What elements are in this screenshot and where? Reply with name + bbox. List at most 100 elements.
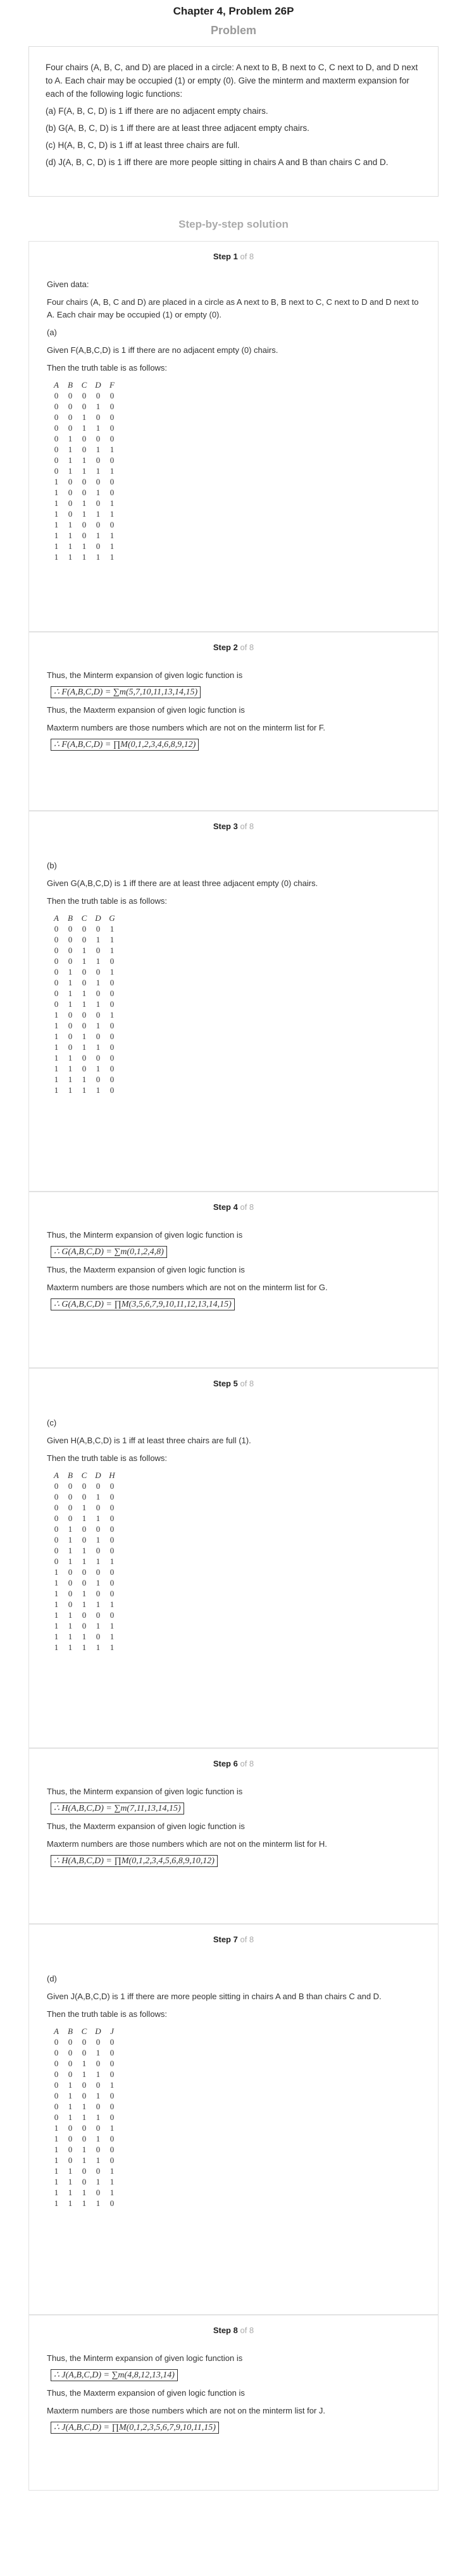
problem-part-a: (a) F(A, B, C, D) is 1 iff there are no … bbox=[46, 106, 268, 116]
truth-table-cell: 0 bbox=[54, 2037, 59, 2047]
truth-table-row: 00110 bbox=[49, 1513, 119, 1524]
truth-table-cell: 1 bbox=[68, 1631, 73, 1641]
truth-table-row: 00110 bbox=[49, 422, 119, 433]
truth-table-cell: 0 bbox=[54, 1502, 59, 1512]
truth-table-cell: 0 bbox=[96, 2166, 101, 2176]
truth-table-cell: 0 bbox=[109, 1052, 115, 1063]
truth-table-cell: 1 bbox=[109, 2080, 115, 2090]
truth-table-cell: 1 bbox=[54, 1052, 59, 1063]
truth-table-cell: 0 bbox=[82, 934, 87, 944]
truth-table-cell: 1 bbox=[68, 2198, 73, 2208]
truth-table-row: 10001 bbox=[49, 2123, 119, 2133]
truth-table-cell: 0 bbox=[54, 401, 59, 411]
maxterm-formula: ∴ J(A,B,C,D) = ∏M(0,1,2,3,5,6,7,9,10,11,… bbox=[51, 2422, 420, 2434]
truth-table-cell: 1 bbox=[54, 530, 59, 540]
truth-table-cell: 1 bbox=[96, 444, 101, 454]
minterm-text: Thus, the Minterm expansion of given log… bbox=[47, 1787, 243, 1796]
truth-table-cell: 0 bbox=[82, 1577, 87, 1587]
truth-table-cell: 1 bbox=[54, 1620, 59, 1630]
truth-table-cell: 0 bbox=[54, 934, 59, 944]
truth-table-cell: 1 bbox=[96, 487, 101, 497]
truth-table-row: 01111 bbox=[49, 1556, 119, 1567]
minterm-expression: ∴ G(A,B,C,D) = ∑m(0,1,2,4,8) bbox=[51, 1246, 167, 1258]
truth-table-cell: 1 bbox=[82, 2101, 87, 2111]
truth-table-cell: 0 bbox=[54, 1534, 59, 1544]
truth-table-row: 01010 bbox=[49, 1534, 119, 1545]
problem-part-c: (c) H(A, B, C, D) is 1 iff at least thre… bbox=[46, 140, 240, 150]
truth-table-header: D bbox=[95, 1470, 101, 1480]
truth-table-cell: 0 bbox=[109, 1577, 115, 1587]
truth-table-cell: 1 bbox=[109, 465, 115, 476]
truth-table-cell: 0 bbox=[96, 945, 101, 955]
truth-table-cell: 1 bbox=[96, 1599, 101, 1609]
truth-table-cell: 1 bbox=[54, 1009, 59, 1020]
truth-table-row: 10010 bbox=[49, 1577, 119, 1588]
chapter-title: Chapter 4, Problem 26P bbox=[173, 5, 294, 17]
truth-table-cell: 1 bbox=[109, 2176, 115, 2186]
truth-table-cell: 1 bbox=[68, 2090, 73, 2100]
truth-table-cell: 1 bbox=[96, 956, 101, 966]
solution-page: { "header": {"title": "Chapter 4, Proble… bbox=[0, 0, 467, 2576]
truth-table-cell: 0 bbox=[68, 1491, 73, 1501]
truth-table-cell: 0 bbox=[68, 390, 73, 400]
step-2-card: Step 2 of 8 Thus, the Minterm expansion … bbox=[28, 632, 439, 811]
truth-table-cell: 0 bbox=[54, 2080, 59, 2090]
truth-table-row: 11001 bbox=[49, 2166, 119, 2176]
truth-table-cell: 1 bbox=[82, 1513, 87, 1523]
step-label: Step 8 bbox=[213, 2326, 238, 2335]
step-total: of 8 bbox=[240, 1935, 254, 1944]
truth-table-cell: 0 bbox=[82, 487, 87, 497]
truth-table: ABCDF00000000100010000110010000101101100… bbox=[49, 379, 119, 562]
truth-table-cell: 1 bbox=[82, 956, 87, 966]
truth-table-cell: 1 bbox=[109, 1009, 115, 1020]
step-3-header: Step 3 of 8 bbox=[29, 811, 438, 841]
truth-table-cell: 1 bbox=[54, 1020, 59, 1030]
truth-table-cell: 1 bbox=[54, 508, 59, 519]
truth-table-cell: 0 bbox=[109, 1074, 115, 1084]
truth-table-cell: 0 bbox=[54, 433, 59, 443]
truth-table-cell: 1 bbox=[68, 988, 73, 998]
truth-table-cell: 1 bbox=[96, 2198, 101, 2208]
truth-table-cell: 1 bbox=[68, 1063, 73, 1073]
truth-table-cell: 1 bbox=[68, 1534, 73, 1544]
truth-table-cell: 1 bbox=[96, 1085, 101, 1095]
truth-table-cell: 0 bbox=[96, 1545, 101, 1555]
truth-table-cell: 0 bbox=[109, 1545, 115, 1555]
truth-table-cell: 0 bbox=[96, 1567, 101, 1577]
step-7-card: Step 7 of 8 (d) Given J(A,B,C,D) is 1 if… bbox=[28, 1924, 439, 2315]
problem-title: Problem bbox=[210, 24, 257, 37]
truth-table-cell: 0 bbox=[82, 923, 87, 934]
truth-table-cell: 0 bbox=[96, 498, 101, 508]
truth-table-cell: 0 bbox=[68, 1042, 73, 1052]
truth-table-cell: 1 bbox=[96, 977, 101, 987]
step-label: Step 1 bbox=[213, 252, 238, 261]
truth-table-row: 00000 bbox=[49, 1481, 119, 1491]
truth-table-row: 01100 bbox=[49, 1545, 119, 1556]
step-8-card: Step 8 of 8 Thus, the Minterm expansion … bbox=[28, 2315, 439, 2491]
truth-table-cell: 0 bbox=[82, 1534, 87, 1544]
truth-table-cell: 0 bbox=[109, 2133, 115, 2143]
truth-table-header: D bbox=[95, 2026, 101, 2036]
truth-table-cell: 0 bbox=[68, 2123, 73, 2133]
truth-table-cell: 0 bbox=[54, 390, 59, 400]
truth-table-cell: 0 bbox=[109, 1481, 115, 1491]
truth-table-cell: 0 bbox=[109, 422, 115, 433]
truth-table-cell: 0 bbox=[54, 988, 59, 998]
truth-table-cell: 0 bbox=[96, 1610, 101, 1620]
truth-table-cell: 0 bbox=[82, 1524, 87, 1534]
truth-table-cell: 0 bbox=[109, 2198, 115, 2208]
truth-table-cell: 0 bbox=[109, 476, 115, 486]
truth-table-cell: 0 bbox=[68, 956, 73, 966]
truth-table-cell: 0 bbox=[68, 2047, 73, 2057]
truth-table-cell: 0 bbox=[82, 1567, 87, 1577]
truth-table-cell: 1 bbox=[96, 1020, 101, 1030]
truth-table-cell: 1 bbox=[68, 1620, 73, 1630]
truth-table-cell: 1 bbox=[54, 487, 59, 497]
truth-table-cell: 1 bbox=[68, 1642, 73, 1652]
truth-table-cell: 1 bbox=[54, 1642, 59, 1652]
truth-table-cell: 0 bbox=[54, 2101, 59, 2111]
truth-table-cell: 0 bbox=[68, 1031, 73, 1041]
step-label: Step 3 bbox=[213, 822, 238, 831]
given-condition: Given H(A,B,C,D) is 1 iff at least three… bbox=[47, 1436, 251, 1445]
truth-table-cell: 1 bbox=[82, 412, 87, 422]
